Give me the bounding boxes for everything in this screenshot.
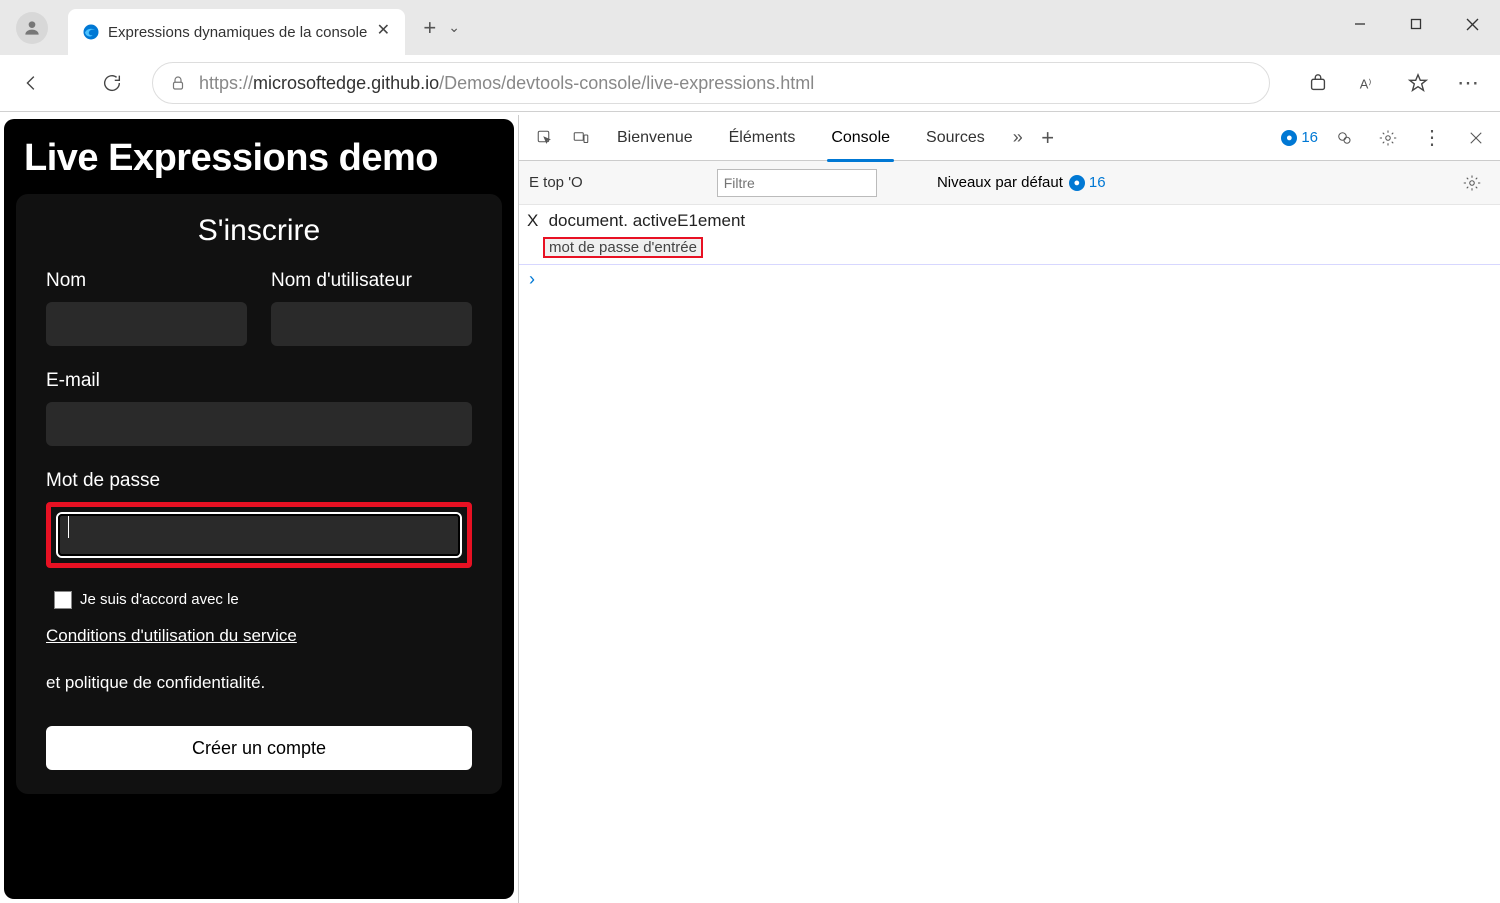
tos-remainder: et politique de confidentialité. (46, 668, 265, 699)
tab-console[interactable]: Console (813, 115, 908, 161)
maximize-button[interactable] (1388, 0, 1444, 48)
tab-sources[interactable]: Sources (908, 115, 1003, 161)
username-label: Nom d'utilisateur (271, 270, 472, 292)
inspect-icon[interactable] (527, 120, 563, 156)
page-title: Live Expressions demo (16, 133, 502, 194)
edge-icon (82, 23, 100, 41)
browser-chrome: Expressions dynamiques de la console ✕ +… (0, 0, 1500, 112)
name-label: Nom (46, 270, 247, 292)
live-expression-remove[interactable]: X (527, 211, 538, 230)
minimize-button[interactable] (1332, 0, 1388, 48)
window-controls (1332, 0, 1500, 48)
tab-close-icon[interactable]: ✕ (375, 24, 391, 40)
log-levels-selector[interactable]: Niveaux par défaut ●16 (937, 174, 1106, 191)
svg-text:A⁾: A⁾ (1360, 77, 1372, 92)
live-expression-text[interactable]: document. activeE1ement (549, 211, 746, 230)
address-bar: https://microsoftedge.github.io/Demos/de… (0, 55, 1500, 111)
issues-badge[interactable]: ● 16 (1281, 129, 1318, 146)
password-label: Mot de passe (46, 470, 472, 492)
tab-welcome[interactable]: Bienvenue (599, 115, 711, 161)
chevron-right-icon: › (529, 269, 535, 289)
user-icon (22, 18, 42, 38)
card-title: S'inscrire (46, 214, 472, 248)
read-aloud-icon[interactable]: A⁾ (1346, 61, 1390, 105)
close-window-button[interactable] (1444, 0, 1500, 48)
issues-bubble-icon: ● (1281, 130, 1297, 146)
settings-icon[interactable] (1370, 120, 1406, 156)
email-input[interactable] (46, 402, 472, 446)
tos-agree-text: Je suis d'accord avec le (80, 586, 239, 613)
tos-link[interactable]: Conditions d'utilisation du service (46, 621, 297, 652)
console-settings-icon[interactable] (1454, 165, 1490, 201)
url-text: https://microsoftedge.github.io/Demos/de… (199, 73, 814, 94)
console-prompt[interactable]: › (519, 265, 1500, 294)
email-label: E-mail (46, 370, 472, 392)
device-icon[interactable] (563, 120, 599, 156)
devtools-tabstrip: Bienvenue Éléments Console Sources » + ●… (519, 115, 1500, 161)
password-highlight (46, 502, 472, 568)
live-expression-result: mot de passe d'entrée (543, 237, 703, 258)
shopping-icon[interactable] (1296, 61, 1340, 105)
context-selector[interactable]: E top 'O (529, 174, 583, 191)
devtools-panel: Bienvenue Éléments Console Sources » + ●… (518, 115, 1500, 903)
signup-card: S'inscrire Nom Nom d'utilisateur E-mail … (16, 194, 502, 794)
name-input[interactable] (46, 302, 247, 346)
password-input[interactable] (56, 512, 462, 558)
refresh-button[interactable] (90, 61, 134, 105)
tab-dropdown-icon[interactable]: ⌄ (448, 19, 460, 36)
back-button[interactable] (10, 61, 54, 105)
favorite-icon[interactable] (1396, 61, 1440, 105)
tos-checkbox[interactable] (54, 591, 72, 609)
submit-button[interactable]: Créer un compte (46, 726, 472, 770)
menu-button[interactable]: ⋯ (1446, 61, 1490, 105)
filter-input[interactable] (717, 169, 877, 197)
live-expression-block: X document. activeE1ement mot de passe d… (519, 205, 1500, 265)
tab-elements[interactable]: Éléments (711, 115, 814, 161)
demo-page: Live Expressions demo S'inscrire Nom Nom… (4, 119, 514, 899)
lock-icon (169, 74, 187, 92)
devtools-menu-icon[interactable]: ⋮ (1414, 120, 1450, 156)
devtools-close-icon[interactable] (1458, 120, 1494, 156)
tab-strip: Expressions dynamiques de la console ✕ +… (0, 0, 1500, 55)
profile-button[interactable] (16, 12, 48, 44)
add-tab-icon[interactable]: + (1033, 125, 1063, 151)
browser-tab[interactable]: Expressions dynamiques de la console ✕ (68, 9, 405, 55)
username-input[interactable] (271, 302, 472, 346)
url-box[interactable]: https://microsoftedge.github.io/Demos/de… (152, 62, 1270, 104)
tab-title: Expressions dynamiques de la console (108, 24, 367, 41)
more-tabs-icon[interactable]: » (1003, 127, 1033, 148)
new-tab-button[interactable]: + (415, 11, 444, 45)
console-filter-bar: E top 'O Niveaux par défaut ●16 (519, 161, 1500, 205)
feedback-icon[interactable] (1326, 120, 1362, 156)
